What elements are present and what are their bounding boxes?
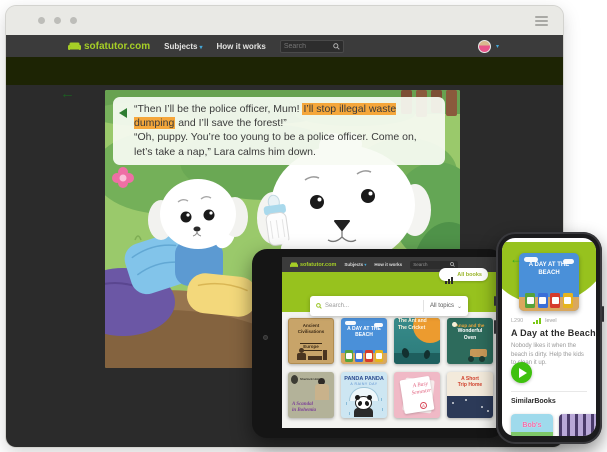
similar-books-label: SimilarBooks (511, 398, 556, 405)
search-icon (316, 303, 322, 309)
tablet-camera (263, 335, 268, 340)
level-icon (533, 318, 541, 324)
power-button (602, 306, 604, 322)
menu-icon[interactable] (535, 16, 548, 28)
back-arrow-button[interactable]: ← (60, 85, 75, 102)
moon (452, 322, 457, 327)
avatar[interactable] (478, 40, 491, 53)
couch-icon (290, 262, 298, 268)
cloud (345, 321, 356, 325)
book-cover-ant-and-cricket[interactable]: The Ant and The Cricket (394, 318, 440, 364)
couch-icon (68, 42, 81, 51)
chevron-down-icon: ⌄ (457, 303, 462, 310)
similar-book-thumb[interactable] (559, 414, 596, 436)
night-scene (447, 396, 493, 418)
nav-item-how-it-works[interactable]: How it works (374, 262, 402, 267)
wheel (479, 356, 485, 362)
phone-device: ← A DAY AT THE BEACH L290 level A Day at… (496, 232, 602, 444)
play-button[interactable] (511, 362, 532, 383)
panda-face (355, 396, 372, 410)
library-search-bar[interactable]: Search... All topics ⌄ (310, 296, 468, 316)
book-cover-ancient-civilisations[interactable]: Ancient Civilisations Europe (288, 318, 334, 364)
book-cover-anup-wonderful-oven[interactable]: Anup and the Wonderful Oven (447, 318, 493, 364)
tablet-device: sofatutor.com Subjects ▾ How it works Se… (252, 249, 504, 438)
window-dot[interactable] (54, 17, 61, 24)
volume-button (494, 296, 496, 306)
search-input[interactable] (284, 43, 333, 50)
nav-item-subjects[interactable]: Subjects▾ (164, 42, 202, 51)
search-placeholder: Search (413, 262, 427, 267)
search-icon (333, 43, 340, 50)
volume-button (494, 320, 496, 334)
page-header-band (6, 57, 563, 85)
tablet-screen: sofatutor.com Subjects ▾ How it works Se… (282, 257, 496, 428)
level-badge: L290 level (511, 318, 557, 324)
window-titlebar (6, 6, 563, 35)
window-dot[interactable] (70, 17, 77, 24)
all-topics-dropdown[interactable]: All topics (430, 303, 454, 309)
lexile-code: L290 (511, 318, 523, 324)
divider (511, 391, 587, 392)
book-cover-scandal-in-bohemia[interactable]: Sherlock Holmes A Scandalin Bohemia (288, 372, 334, 418)
sofatutor-logo[interactable]: sofatutor.com (68, 41, 150, 52)
chart-icon (445, 266, 454, 284)
book-cover-panda-panda[interactable]: PANDA PANDA A RAINY DAY (341, 372, 387, 418)
top-navbar: sofatutor.com Subjects▾ How it works ▾ (6, 35, 563, 57)
recycling-bins (519, 293, 579, 308)
wheel (468, 356, 474, 362)
story-paragraph-1: “Then I’ll be the police officer, Mum! I… (134, 102, 435, 130)
logo-text[interactable]: sofatutor.com (300, 262, 336, 268)
story-paragraph-2: “Oh, puppy. You’re too young to be a pol… (134, 130, 435, 158)
recycling-bins (341, 350, 387, 362)
book-grid: Ancient Civilisations Europe A DAY AT TH… (288, 318, 496, 418)
divider (423, 300, 424, 312)
cover-art (293, 348, 329, 360)
search-placeholder: Search... (325, 303, 349, 309)
nav-item-how-it-works[interactable]: How it works (216, 42, 265, 51)
phone-screen: ← A DAY AT THE BEACH L290 level A Day at… (502, 238, 596, 436)
window-control-dots[interactable] (38, 17, 77, 24)
book-title: A Day at the Beach (511, 328, 596, 338)
book-cover-day-at-the-beach[interactable]: A DAY AT THE BEACH (519, 253, 579, 311)
page-canvas: sofatutor.com Subjects▾ How it works ▾ ← (0, 0, 607, 452)
chevron-down-icon: ▾ (199, 45, 202, 51)
back-arrow-button[interactable]: ← (510, 252, 522, 266)
grass (394, 353, 440, 364)
play-icon (519, 368, 527, 378)
book-cover-short-trip-home[interactable]: A ShortTrip Home (447, 372, 493, 418)
chevron-down-icon: ▾ (364, 262, 366, 267)
audio-play-icon[interactable] (119, 108, 127, 118)
similar-books-row: Bob's (511, 414, 596, 436)
book-cover-busy-semester[interactable]: A BusySemester A (394, 372, 440, 418)
similar-book-thumb[interactable]: Bob's (511, 414, 553, 436)
search-box[interactable] (280, 40, 344, 53)
logo-text: sofatutor.com (84, 41, 150, 52)
user-menu[interactable]: ▾ (478, 40, 499, 53)
story-text-box: “Then I’ll be the police officer, Mum! I… (113, 97, 445, 165)
book-cover-day-at-the-beach[interactable]: A DAY AT THE BEACH (341, 318, 387, 364)
figure-body (315, 384, 329, 400)
all-books-button[interactable]: All books (439, 268, 488, 281)
portrait (291, 375, 298, 384)
nav-item-subjects[interactable]: Subjects ▾ (344, 262, 366, 267)
window-dot[interactable] (38, 17, 45, 24)
chevron-down-icon: ▾ (496, 43, 499, 50)
level-label: level (545, 318, 556, 324)
